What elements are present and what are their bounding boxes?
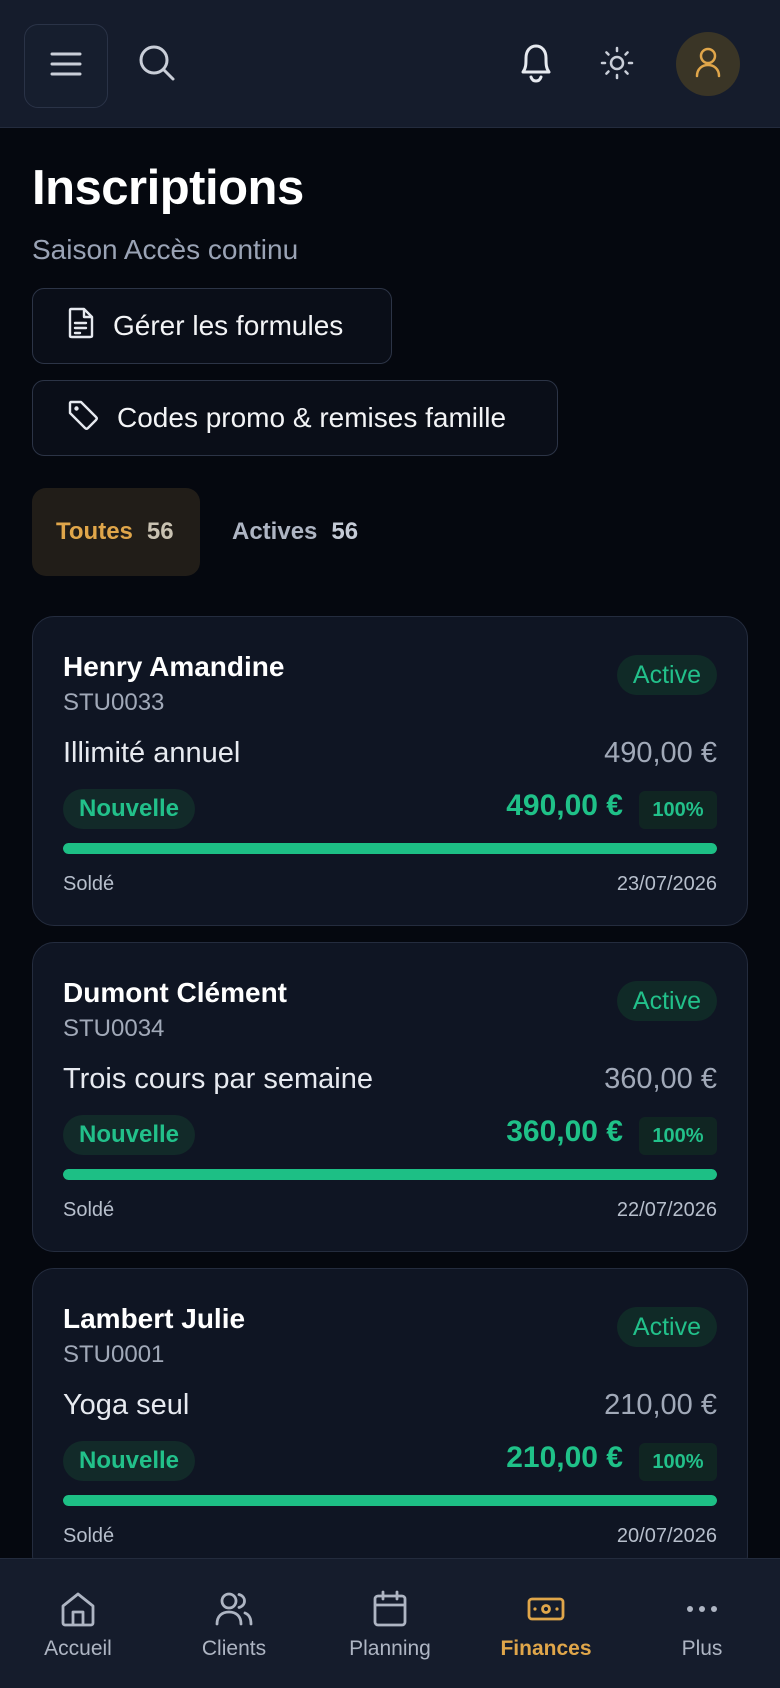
enrollment-card[interactable]: Henry Amandine STU0033 Active Illimité a…	[32, 616, 748, 926]
users-icon	[214, 1589, 254, 1629]
plan-price: 360,00 €	[604, 1063, 717, 1095]
page-subtitle: Saison Accès continu	[32, 234, 299, 265]
nav-item-planning[interactable]: Planning	[312, 1559, 468, 1688]
nav-label: Accueil	[44, 1637, 112, 1660]
nav-label: Finances	[500, 1637, 592, 1660]
menu-button[interactable]	[24, 24, 108, 108]
sun-icon	[600, 46, 634, 85]
app-root: Inscriptions Saison Accès continu Gérer …	[0, 0, 780, 1688]
manage-plans-button[interactable]: Gérer les formules	[32, 288, 392, 364]
tab-active-label: Actives	[232, 518, 318, 545]
student-name: Lambert Julie	[63, 1303, 246, 1334]
status-badge: Active	[616, 981, 717, 1021]
more-icon	[682, 1589, 722, 1629]
nav-item-clients[interactable]: Clients	[156, 1559, 312, 1688]
promo-codes-button[interactable]: Codes promo & remises famille	[32, 380, 558, 456]
payment-status-label: Soldé	[63, 873, 115, 895]
enrollment-type-badge: Nouvelle	[63, 1441, 196, 1481]
user-icon	[693, 46, 723, 83]
paid-percent-badge: 100%	[639, 1443, 717, 1481]
enrollment-type-badge: Nouvelle	[63, 789, 196, 829]
tab-all-count: 56	[146, 518, 174, 545]
paid-amount: 210,00 €	[506, 1441, 623, 1474]
bottom-nav: Accueil Clients Planning Finances Plus	[0, 1558, 780, 1688]
status-badge: Active	[616, 655, 717, 695]
tab-all[interactable]: Toutes 56	[32, 488, 200, 576]
enrollment-list: Henry Amandine STU0033 Active Illimité a…	[32, 616, 748, 1594]
theme-toggle-button[interactable]	[592, 40, 642, 90]
enrollment-card[interactable]: Lambert Julie STU0001 Active Yoga seul 2…	[32, 1268, 748, 1578]
tag-icon	[67, 399, 99, 438]
tab-active-count: 56	[331, 518, 359, 545]
payment-progress-fill	[63, 843, 717, 854]
hamburger-icon	[50, 50, 82, 83]
nav-item-finances[interactable]: Finances	[468, 1559, 624, 1688]
enrollment-date: 20/07/2026	[616, 1525, 717, 1547]
search-button[interactable]	[132, 40, 182, 90]
bell-icon	[517, 42, 555, 89]
manage-plans-label: Gérer les formules	[113, 310, 344, 341]
paid-amount: 490,00 €	[506, 789, 623, 822]
enrollment-type-badge: Nouvelle	[63, 1115, 196, 1155]
student-name: Dumont Clément	[63, 977, 287, 1008]
payment-status-label: Soldé	[63, 1199, 115, 1221]
status-badge: Active	[616, 1307, 717, 1347]
paid-percent-badge: 100%	[639, 791, 717, 829]
paid-percent-badge: 100%	[639, 1117, 717, 1155]
payment-progress-bar	[63, 843, 717, 854]
enrollment-date: 22/07/2026	[616, 1199, 717, 1221]
top-bar	[0, 0, 780, 128]
payment-progress-bar	[63, 1495, 717, 1506]
home-icon	[58, 1589, 98, 1629]
enrollment-card[interactable]: Dumont Clément STU0034 Active Trois cour…	[32, 942, 748, 1252]
student-id: STU0033	[63, 689, 165, 716]
nav-item-home[interactable]: Accueil	[0, 1559, 156, 1688]
student-name: Henry Amandine	[63, 651, 285, 682]
plan-price: 490,00 €	[604, 737, 717, 769]
tab-active[interactable]: Actives 56	[232, 488, 358, 576]
payment-progress-fill	[63, 1495, 717, 1506]
payment-progress-bar	[63, 1169, 717, 1180]
calendar-icon	[370, 1589, 410, 1629]
plan-price: 210,00 €	[604, 1389, 717, 1421]
student-id: STU0034	[63, 1015, 165, 1042]
plan-name: Illimité annuel	[63, 737, 241, 769]
nav-label: Planning	[349, 1637, 431, 1660]
notifications-button[interactable]	[510, 38, 562, 92]
avatar-button[interactable]	[676, 32, 740, 96]
enrollment-date: 23/07/2026	[616, 873, 717, 895]
nav-item-more[interactable]: Plus	[624, 1559, 780, 1688]
payment-progress-fill	[63, 1169, 717, 1180]
nav-label: Clients	[201, 1637, 267, 1660]
paid-amount: 360,00 €	[506, 1115, 623, 1148]
page-title: Inscriptions	[32, 161, 304, 215]
search-icon	[138, 44, 176, 87]
banknote-icon	[526, 1589, 566, 1629]
plan-name: Trois cours par semaine	[63, 1063, 373, 1095]
nav-label: Plus	[681, 1637, 723, 1660]
student-id: STU0001	[63, 1341, 165, 1368]
promo-codes-label: Codes promo & remises famille	[117, 402, 507, 433]
document-icon	[67, 307, 95, 346]
plan-name: Yoga seul	[63, 1389, 190, 1421]
tab-all-label: Toutes	[56, 518, 133, 545]
payment-status-label: Soldé	[63, 1525, 115, 1547]
